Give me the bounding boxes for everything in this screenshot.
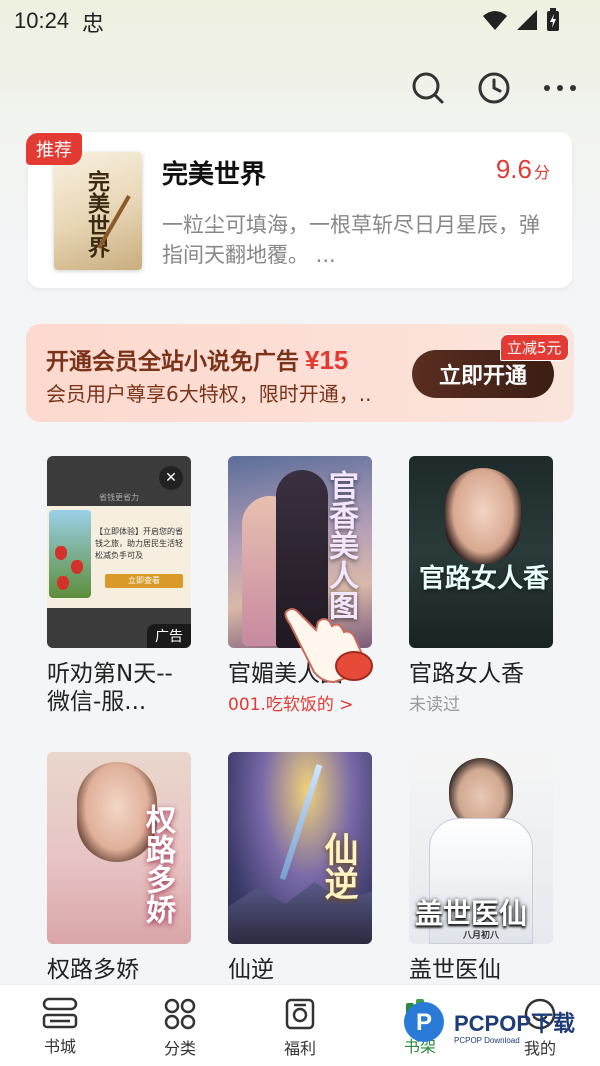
cover-title: 权路多娇 xyxy=(140,804,175,924)
score-value: 9.6 xyxy=(495,154,532,184)
book-progress: 001.吃软饭的 > xyxy=(228,695,354,715)
cover-title: 官香美人图 xyxy=(323,470,358,620)
recommend-title: 完美世界 xyxy=(162,160,267,190)
book-cover: 盖世医仙 八月初八 xyxy=(409,752,553,944)
more-button[interactable] xyxy=(542,70,578,106)
book-title: 仙逆 xyxy=(228,957,274,983)
score-unit: 分 xyxy=(533,163,550,182)
nav-label: 福利 xyxy=(283,1039,316,1058)
vip-subtitle: 会员用户尊享6大特权，限时开通，.. xyxy=(46,382,372,406)
book-cover: 完美世界 xyxy=(54,152,142,270)
book-cover: 官路女人香 xyxy=(409,456,553,648)
nav-item-bookstore[interactable]: 书城 xyxy=(0,985,120,1066)
vip-title-text: 开通会员全站小说免广告 xyxy=(46,349,299,375)
book-item[interactable]: 权路多娇 权路多娇 xyxy=(47,752,191,984)
svg-text:P: P xyxy=(416,1009,432,1036)
strawberry-icon xyxy=(57,576,69,590)
cover-author: 八月初八 xyxy=(463,931,500,941)
ad-top-text: 省钱更省力 xyxy=(99,493,139,502)
vip-price: ¥15 xyxy=(305,345,349,375)
vip-banner[interactable]: 开通会员全站小说免广告 ¥15 会员用户尊享6大特权，限时开通，.. 立即开通 立… xyxy=(26,324,574,422)
wifi-icon xyxy=(483,11,507,30)
category-grid-icon xyxy=(164,998,196,1030)
ad-close-button[interactable]: ✕ xyxy=(159,466,183,490)
search-icon xyxy=(412,72,444,104)
nav-item-category[interactable]: 分类 xyxy=(120,985,240,1066)
strawberry-icon xyxy=(55,546,67,560)
book-item[interactable]: 盖世医仙 八月初八 盖世医仙 xyxy=(409,752,553,984)
hand-pointer-icon xyxy=(284,608,373,684)
cover-title: 完美世界 xyxy=(84,170,109,258)
book-cover: 仙逆 xyxy=(228,752,372,944)
cover-title: 盖世医仙 xyxy=(415,897,528,930)
bookshelf-icon xyxy=(42,997,78,1029)
gift-bag-icon xyxy=(285,998,315,1030)
book-title: 听劝第N天--微信-服... xyxy=(47,661,173,715)
search-button[interactable] xyxy=(410,70,446,106)
ad-text: 【立即体验】开启您的省钱之旅，助力居民生活轻松减负手可及 xyxy=(95,527,183,560)
ad-cover: 省钱更省力 【立即体验】开启您的省钱之旅，助力居民生活轻松减负手可及 立即查看 … xyxy=(47,456,191,648)
book-item[interactable]: 官路女人香 官路女人香 未读过 xyxy=(409,456,553,715)
strawberry-icon xyxy=(71,560,83,574)
nav-label: 分类 xyxy=(163,1039,196,1058)
status-bar: 10:24 忠 xyxy=(0,0,600,44)
vip-discount-badge: 立减5元 xyxy=(500,334,569,361)
recommend-tag: 推荐 xyxy=(26,133,82,165)
cover-portrait xyxy=(445,468,521,564)
signal-icon xyxy=(517,10,537,30)
ad-image: 【立即体验】开启您的省钱之旅，助力居民生活轻松减负手可及 立即查看 xyxy=(47,506,191,608)
status-icons xyxy=(482,8,560,32)
nav-label: 书城 xyxy=(43,1037,76,1056)
notification-app-icon: 忠 xyxy=(82,12,105,37)
history-clock-icon xyxy=(478,72,510,104)
history-button[interactable] xyxy=(476,70,512,106)
book-status: 未读过 xyxy=(409,695,460,715)
ad-label: 广告 xyxy=(147,624,191,648)
recommend-card[interactable]: 完美世界 完美世界 9.6 分 一粒尘可填海，一根草斩尽日月星辰，弹指间天翻地覆。… xyxy=(28,132,572,288)
top-actions xyxy=(410,70,578,106)
battery-icon xyxy=(547,8,559,31)
nav-item-welfare[interactable]: 福利 xyxy=(240,985,360,1066)
watermark: P PCPOP下载 PCPOP Download xyxy=(398,1000,576,1045)
book-cover: 权路多娇 xyxy=(47,752,191,944)
status-time: 10:24 xyxy=(14,8,70,33)
book-item[interactable]: 仙逆 仙逆 xyxy=(228,752,372,984)
cover-title: 仙逆 xyxy=(318,832,358,900)
book-title: 权路多娇 xyxy=(47,957,139,983)
ad-view-button[interactable]: 立即查看 xyxy=(105,574,183,588)
vip-title: 开通会员全站小说免广告 ¥15 xyxy=(46,342,348,376)
close-icon: ✕ xyxy=(165,470,177,486)
watermark-text: PCPOP下载 xyxy=(454,1011,576,1036)
watermark-sub: PCPOP Download xyxy=(454,1036,520,1045)
book-title: 官路女人香 xyxy=(409,661,524,687)
watermark-logo-icon: P xyxy=(404,1002,444,1042)
recommend-score: 9.6 分 xyxy=(496,154,550,185)
book-title: 盖世医仙 xyxy=(409,957,501,983)
cover-title: 官路女人香 xyxy=(419,564,550,594)
more-dots-icon xyxy=(544,85,576,91)
recommend-description: 一粒尘可填海，一根草斩尽日月星辰，弹指间天翻地覆。 ... xyxy=(162,213,540,267)
book-item-ad[interactable]: 省钱更省力 【立即体验】开启您的省钱之旅，助力居民生活轻松减负手可及 立即查看 … xyxy=(47,456,191,716)
